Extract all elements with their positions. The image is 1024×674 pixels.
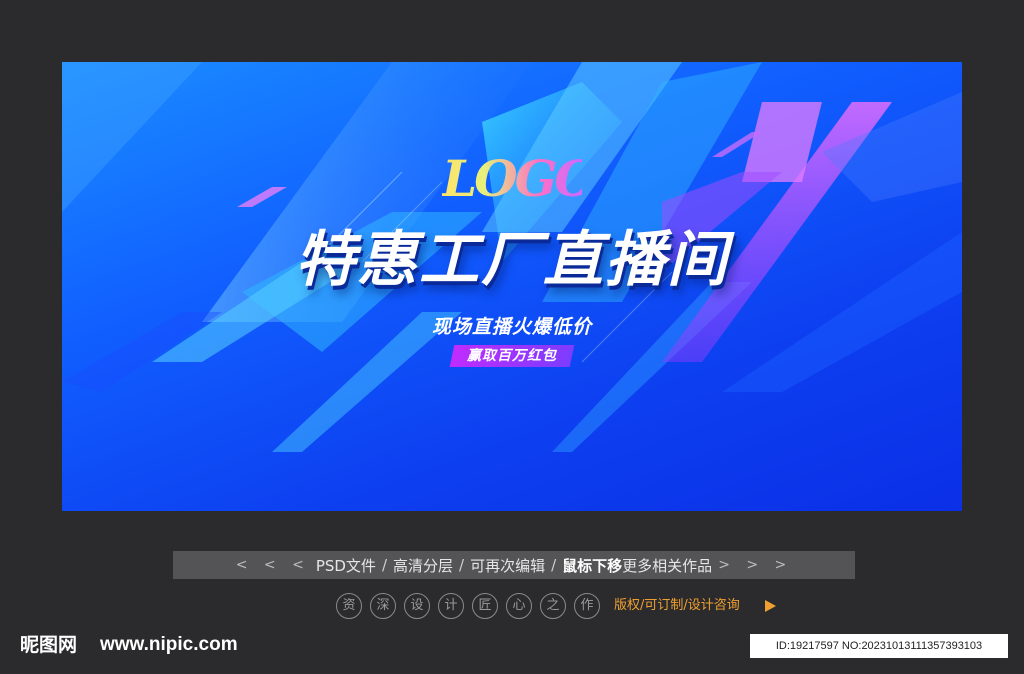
slogan-char: 计 [438, 593, 464, 619]
promo-tag-label: 赢取百万红包 [467, 348, 557, 364]
slogan-char: 深 [370, 593, 396, 619]
promo-tag: 赢取百万红包 [449, 345, 575, 367]
slogan-char: 设 [404, 593, 430, 619]
separator: / [459, 556, 465, 574]
copyright-link[interactable]: 版权/可订制/设计咨询 [614, 596, 740, 616]
slogan-char: 匠 [472, 593, 498, 619]
site-brand[interactable]: 昵图网 [20, 632, 77, 658]
logo: LOGO [442, 144, 598, 214]
slogan-char: 资 [336, 593, 362, 619]
info-item-psd: PSD文件 [315, 556, 376, 575]
slogan-circles: 资 深 设 计 匠 心 之 作 [336, 593, 600, 619]
image-id-box: ID:19217597 NO:20231013111357393103 [750, 634, 1008, 658]
info-item-scroll-hint: 鼠标下移 [562, 556, 623, 575]
play-icon[interactable] [765, 600, 776, 612]
subline: 现场直播火爆低价 [431, 316, 592, 338]
info-item-editable: 可再次编辑 [470, 556, 546, 575]
banner-image: LOGO 特惠工厂直播间 现场直播火爆低价 赢取百万红包 [62, 62, 962, 511]
slogan-char: 作 [574, 593, 600, 619]
slogan-char: 心 [506, 593, 532, 619]
info-item-layers: 高清分层 [393, 556, 454, 575]
separator: / [551, 556, 557, 574]
info-bar: < < < PSD文件 / 高清分层 / 可再次编辑 / 鼠标下移 更多相关作品… [173, 551, 855, 579]
left-arrows: < < < [235, 557, 310, 573]
separator: / [381, 556, 387, 574]
info-item-more-works[interactable]: 更多相关作品 [622, 555, 712, 576]
slogan-char: 之 [540, 593, 566, 619]
right-arrows: > > > [718, 557, 793, 573]
site-url[interactable]: www.nipic.com [100, 632, 238, 658]
headline: 特惠工厂直播间 [295, 225, 729, 295]
